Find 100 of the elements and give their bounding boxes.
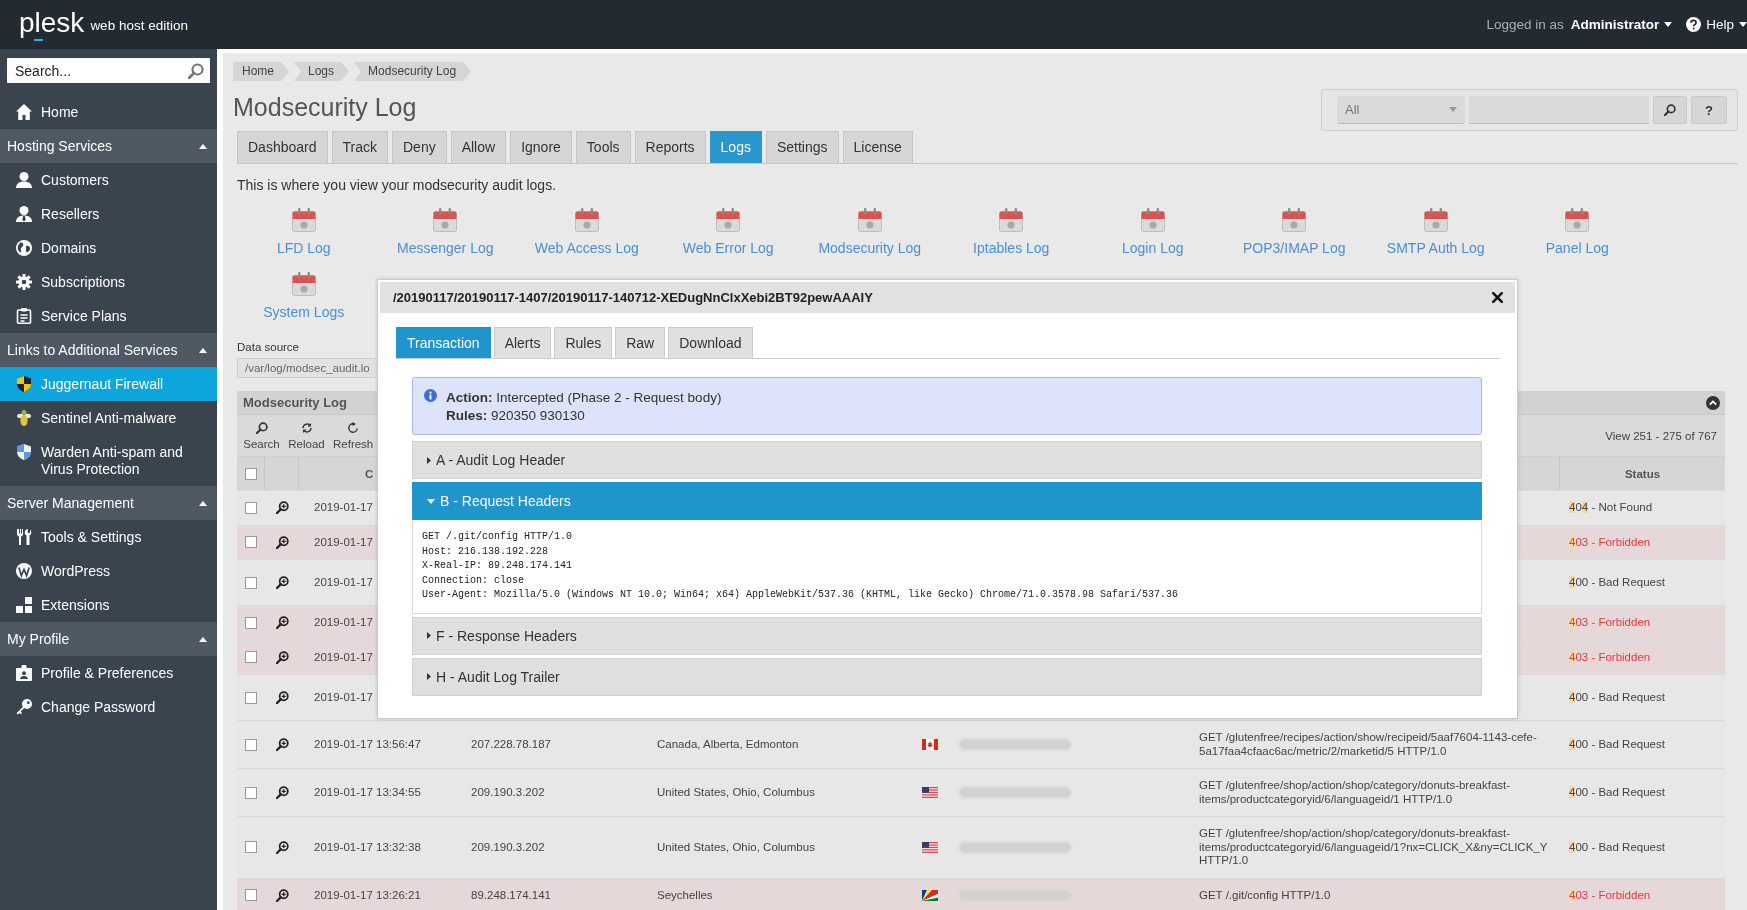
nav-item[interactable]: Tools & Settings xyxy=(0,520,217,554)
zoom-in-icon xyxy=(275,616,289,630)
refresh-icon xyxy=(347,421,360,434)
tab[interactable]: Allow xyxy=(450,131,507,163)
table-row[interactable]: 2019-01-17 13:26:21 89.248.174.141 Seychelles GET /.git/config HTTP/1.0 403 - Forbidden xyxy=(237,877,1725,910)
section-header[interactable]: Links to Additional Services xyxy=(0,333,217,367)
refresh-button[interactable]: Refresh xyxy=(329,421,374,450)
accordion-header[interactable]: F - Response Headers xyxy=(412,616,1482,655)
tools-icon xyxy=(16,529,32,545)
help-icon xyxy=(1686,17,1702,32)
date-time: 2019-01-17 xyxy=(314,650,373,664)
checkbox[interactable] xyxy=(245,738,257,751)
tab[interactable]: Track xyxy=(331,131,388,163)
request-text: GET /glutenfree/recipes/action/show/recipeid/5aaf7604-1143-cefe-5a17faa4cfaac6ac/metric/2/marketid/5 HTTP/1.0 xyxy=(1199,731,1538,758)
accordion-header[interactable]: H - Audit Log Trailer xyxy=(412,657,1482,696)
tab[interactable]: Download xyxy=(668,327,753,358)
caret-up-icon xyxy=(199,347,207,353)
tab[interactable]: Raw xyxy=(615,327,666,358)
input-field[interactable] xyxy=(1469,96,1649,124)
section-header[interactable]: My Profile xyxy=(0,622,217,656)
data-source-field[interactable]: /var/log/modsec_audit.lo xyxy=(237,358,377,378)
tab[interactable]: Settings xyxy=(765,131,839,163)
checkbox[interactable] xyxy=(245,616,257,629)
chevron-up-circle-icon[interactable] xyxy=(1706,395,1720,410)
section-header[interactable]: Hosting Services xyxy=(0,129,217,163)
edition-text: web host edition xyxy=(90,18,188,33)
search-icon xyxy=(188,62,204,79)
breadcrumb-link[interactable]: Home xyxy=(233,62,289,81)
column-header[interactable]: Status xyxy=(1624,467,1661,480)
shield-icon xyxy=(17,376,31,392)
caret-right-icon xyxy=(427,632,431,639)
zoom-in-icon xyxy=(275,888,289,902)
tab[interactable]: Dashboard xyxy=(237,131,328,163)
zoom-in-icon xyxy=(275,738,289,751)
checkbox[interactable] xyxy=(245,691,257,704)
help-button[interactable]: ? xyxy=(1691,96,1727,124)
checkbox[interactable] xyxy=(245,786,257,799)
checkbox[interactable] xyxy=(245,841,257,854)
breadcrumb-link[interactable]: Logs xyxy=(294,62,350,81)
calendar-icon xyxy=(1282,208,1307,232)
caret-down-icon xyxy=(1664,22,1673,27)
request-text: GET /glutenfree/shop/action/shop/category/donuts-breakfast-items/productcategoryid/6/languageid/1?nx=CLICK_X&ny=CLICK_Y HTTP/1.0 xyxy=(1199,827,1549,868)
request-text: GET /.git/config HTTP/1.0 xyxy=(1199,888,1331,902)
location-text: Canada, Alberta, Edmonton xyxy=(657,737,799,752)
status-text: 403 - Forbidden xyxy=(1569,616,1651,630)
section-header[interactable]: Server Management xyxy=(0,486,217,520)
header-line: Host: 216.138.192.228 xyxy=(422,544,549,559)
nav-item[interactable]: Resellers xyxy=(0,197,217,231)
sync-icon xyxy=(300,421,313,434)
checkbox[interactable] xyxy=(245,889,257,902)
nav-item[interactable]: Warden Anti-spam and Virus Protection xyxy=(0,435,217,486)
key-icon xyxy=(16,699,32,715)
breadcrumb-link[interactable]: Modsecurity Log xyxy=(354,62,472,81)
search-button[interactable]: Search xyxy=(239,421,284,450)
clipboard-icon xyxy=(16,308,32,324)
nav-item[interactable]: Subscriptions xyxy=(0,265,217,299)
search-icon xyxy=(255,421,268,434)
close-button[interactable] xyxy=(1492,292,1503,303)
search-field[interactable]: Search... xyxy=(7,58,210,83)
page-title: Modsecurity Log xyxy=(233,92,417,122)
nav-item[interactable]: Home xyxy=(0,95,217,129)
tab[interactable]: Ignore xyxy=(510,131,572,163)
date-time: 2019-01-17 xyxy=(314,501,373,515)
tab[interactable]: Tools xyxy=(575,131,631,163)
request-text: GET /glutenfree/shop/action/shop/category/donuts-breakfast-items/productcategoryid/6/languageid/1 HTTP/1.0 xyxy=(1199,779,1512,806)
nav-item[interactable]: Profile & Preferences xyxy=(0,656,217,690)
checkbox[interactable] xyxy=(245,576,257,589)
checkbox[interactable] xyxy=(244,467,257,480)
nav-item[interactable]: Sentinel Anti-malware xyxy=(0,401,217,435)
nav-item[interactable]: Change Password xyxy=(0,690,217,724)
date-time: 2019-01-17 13:26:21 xyxy=(314,888,421,902)
tab[interactable]: Reports xyxy=(634,131,706,163)
tab[interactable]: Alerts xyxy=(493,327,552,358)
help-menu-button[interactable]: Help xyxy=(1686,17,1747,32)
close-icon xyxy=(1492,292,1503,303)
status-text: 400 - Bad Request xyxy=(1569,737,1665,752)
user-menu-button[interactable]: Administrator xyxy=(1570,17,1673,32)
field-label: Data source xyxy=(237,340,299,354)
checkbox[interactable] xyxy=(245,501,257,514)
checkbox[interactable] xyxy=(245,651,257,664)
reload-button[interactable]: Reload xyxy=(284,421,329,450)
nav-item[interactable]: WordPress xyxy=(0,554,217,588)
nav-item[interactable]: Service Plans xyxy=(0,299,217,333)
search-button[interactable] xyxy=(1653,96,1687,124)
calendar-icon xyxy=(1140,208,1165,232)
nav-item[interactable]: Domains xyxy=(0,231,217,265)
tab[interactable]: Rules xyxy=(554,327,613,358)
nav-item[interactable]: Customers xyxy=(0,163,217,197)
nav-item[interactable]: Extensions xyxy=(0,588,217,622)
checkbox[interactable] xyxy=(245,536,257,549)
date-time: 2019-01-17 13:34:55 xyxy=(314,785,421,800)
zoom-in-icon xyxy=(275,535,289,549)
caret-down-icon xyxy=(1739,22,1747,27)
globe-icon xyxy=(16,240,32,256)
home-icon xyxy=(16,104,32,120)
tab[interactable]: Deny xyxy=(392,131,447,163)
caret-up-icon xyxy=(199,500,207,506)
tab[interactable]: License xyxy=(842,131,913,163)
date-time: 2019-01-17 xyxy=(314,575,373,590)
accordion-header[interactable]: A - Audit Log Header xyxy=(412,441,1482,479)
